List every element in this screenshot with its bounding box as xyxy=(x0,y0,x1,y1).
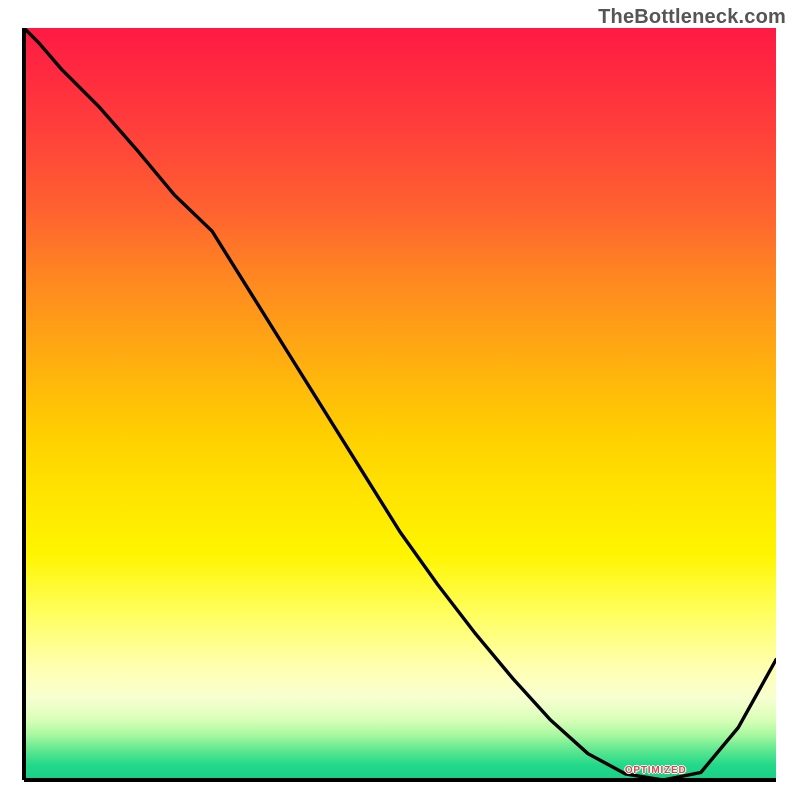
x-axis-line xyxy=(24,778,776,782)
chart-stage: TheBottleneck.com OPTIMIZED xyxy=(0,0,800,800)
attribution-text: TheBottleneck.com xyxy=(598,6,786,29)
curve-path xyxy=(24,28,776,780)
bottleneck-curve xyxy=(24,28,776,780)
y-axis-line xyxy=(22,28,26,780)
plot-area: OPTIMIZED xyxy=(24,28,776,780)
optimum-marker-label: OPTIMIZED xyxy=(625,765,687,776)
